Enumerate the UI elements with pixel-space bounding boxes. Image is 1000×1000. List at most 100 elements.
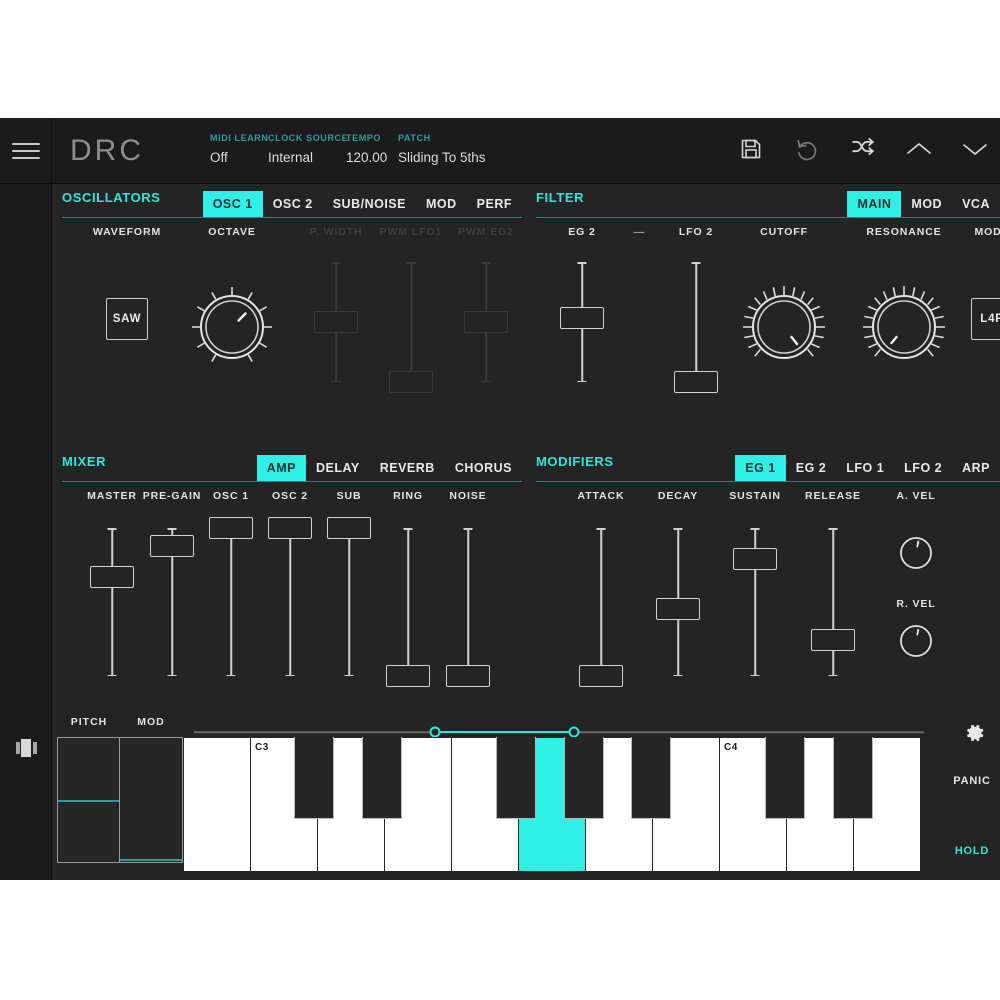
panels-view-button[interactable] (0, 728, 52, 768)
tab-chorus[interactable]: CHORUS (445, 455, 522, 482)
slider-handle[interactable] (560, 307, 604, 330)
pre-gain-slider[interactable] (150, 528, 194, 676)
slider-handle[interactable] (90, 565, 134, 588)
label-cutoff: CUTOFF (760, 226, 808, 238)
tab-sub-noise[interactable]: SUB/NOISE (323, 191, 416, 218)
mixer-title: MIXER (62, 454, 107, 469)
decay-slider[interactable] (656, 528, 700, 676)
a-vel-knob[interactable] (897, 534, 935, 577)
tab-filter-mod[interactable]: MOD (901, 191, 952, 218)
black-key-6[interactable] (765, 737, 805, 819)
slider-handle[interactable] (268, 517, 312, 539)
mod-wheel[interactable] (119, 737, 183, 863)
black-key-5[interactable] (631, 737, 671, 819)
keyboard-settings-button[interactable] (964, 722, 986, 749)
slider-handle[interactable] (674, 371, 718, 393)
gear-icon (967, 724, 984, 742)
mixer-header: MIXER AMP DELAY REVERB CHORUS (52, 448, 522, 482)
slider-handle[interactable] (464, 311, 508, 333)
label-mix-sub: SUB (336, 490, 362, 502)
tab-osc-perf[interactable]: PERF (467, 191, 522, 218)
label-attack: ATTACK (577, 490, 625, 502)
tab-eg-2[interactable]: EG 2 (786, 455, 837, 482)
release-slider[interactable] (811, 528, 855, 676)
slider-handle[interactable] (446, 665, 490, 687)
octave-knob[interactable] (189, 284, 275, 370)
label-p-width: P. WIDTH (309, 226, 363, 238)
slider-cap-top (167, 528, 177, 530)
oscillators-tabs: OSC 1 OSC 2 SUB/NOISE MOD PERF (202, 191, 522, 218)
slider-handle[interactable] (579, 665, 623, 687)
slider-cap-top (403, 528, 413, 530)
mod-wheel-indicator (120, 859, 182, 861)
waveform-button[interactable]: SAW (106, 298, 148, 340)
label-resonance: RESONANCE (866, 226, 942, 238)
tab-eg-1[interactable]: EG 1 (735, 455, 786, 482)
menu-button[interactable] (0, 118, 52, 184)
modifiers-controls: R. VEL (526, 512, 1000, 692)
slider-handle[interactable] (327, 517, 371, 539)
tab-osc-mod[interactable]: MOD (416, 191, 467, 218)
panic-button[interactable]: PANIC (944, 775, 1000, 787)
tab-delay[interactable]: DELAY (306, 455, 370, 482)
modifiers-panel: MODIFIERS EG 1 EG 2 LFO 1 LFO 2 ARP ATTA… (526, 448, 1000, 688)
master-slider[interactable] (90, 528, 134, 676)
slider-cap-bottom (167, 674, 177, 676)
tab-filter-vca[interactable]: VCA (952, 191, 1000, 218)
range-handle-low[interactable] (429, 726, 441, 738)
tab-arp[interactable]: ARP (952, 455, 1000, 482)
resonance-knob[interactable] (861, 284, 947, 370)
slider-handle[interactable] (389, 371, 433, 393)
pitch-label: PITCH (70, 716, 108, 728)
black-key-7[interactable] (833, 737, 873, 819)
slider-handle[interactable] (656, 598, 700, 621)
slider-handle[interactable] (209, 517, 253, 539)
pwm-eg2-slider[interactable] (464, 262, 508, 382)
tab-filter-main[interactable]: MAIN (847, 191, 902, 218)
black-key-3[interactable] (496, 737, 536, 819)
tab-lfo-1[interactable]: LFO 1 (836, 455, 894, 482)
mix-noise-slider[interactable] (446, 528, 490, 687)
p-width-slider[interactable] (314, 262, 358, 382)
mix-ring-slider[interactable] (386, 528, 430, 687)
slider-handle[interactable] (811, 629, 855, 652)
black-key-1[interactable] (294, 737, 334, 819)
slider-handle[interactable] (314, 311, 358, 333)
cutoff-knob[interactable] (741, 284, 827, 370)
label-mix-osc1: OSC 1 (212, 490, 250, 502)
tab-amp[interactable]: AMP (256, 455, 307, 482)
black-key-2[interactable] (362, 737, 402, 819)
mix-sub-slider[interactable] (327, 517, 371, 676)
white-key-0[interactable] (183, 737, 251, 872)
pwm-lfo1-slider[interactable] (389, 262, 433, 393)
black-key-4[interactable] (564, 737, 604, 819)
sustain-slider[interactable] (733, 528, 777, 676)
attack-slider[interactable] (579, 528, 623, 687)
pitch-wheel[interactable] (57, 737, 121, 863)
tab-osc-1[interactable]: OSC 1 (202, 191, 263, 218)
filter-param-labels: EG 2 — LFO 2 CUTOFF RESONANCE MODE (526, 218, 1000, 248)
slider-handle[interactable] (386, 665, 430, 687)
keyboard-zone: PITCH MOD C3 C4 PANIC HOLD (52, 710, 1000, 880)
slider-handle[interactable] (733, 548, 777, 571)
filter-controls: L4P (526, 248, 1000, 393)
filter-lfo2-slider[interactable] (674, 262, 718, 393)
slider-handle[interactable] (150, 534, 194, 557)
hamburger-icon (12, 138, 40, 164)
slider-track (111, 528, 113, 676)
filter-eg2-slider[interactable] (560, 262, 604, 382)
hold-button[interactable]: HOLD (944, 845, 1000, 857)
label-a-vel: A. VEL (896, 490, 936, 502)
mix-osc1-slider[interactable] (209, 517, 253, 676)
tab-lfo-2[interactable]: LFO 2 (894, 455, 952, 482)
tab-reverb[interactable]: REVERB (370, 455, 445, 482)
slider-cap-top (673, 528, 683, 530)
range-handle-high[interactable] (568, 726, 580, 738)
mix-osc2-slider[interactable] (268, 517, 312, 676)
r-vel-knob[interactable] (897, 622, 935, 665)
pitch-wheel-indicator (58, 800, 120, 802)
slider-cap-top (750, 528, 760, 530)
label-mix-noise: NOISE (449, 490, 487, 502)
tab-osc-2[interactable]: OSC 2 (263, 191, 323, 218)
filter-mode-button[interactable]: L4P (971, 298, 1000, 340)
